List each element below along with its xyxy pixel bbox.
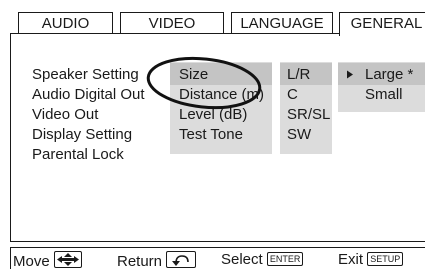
return-icon — [166, 251, 197, 268]
enter-key: ENTER — [266, 252, 304, 266]
return-label: Return — [117, 253, 163, 270]
exit-label: Exit — [338, 251, 364, 268]
status-bar: Move Return Select ENTER Exit SETUP — [10, 247, 425, 270]
move-label: Move — [13, 253, 50, 270]
tab-general[interactable]: GENERAL — [339, 12, 425, 36]
select-label: Select — [221, 251, 263, 268]
move-arrows-icon — [53, 251, 82, 268]
setup-key: SETUP — [367, 252, 404, 266]
highlight-ellipse — [146, 56, 262, 110]
